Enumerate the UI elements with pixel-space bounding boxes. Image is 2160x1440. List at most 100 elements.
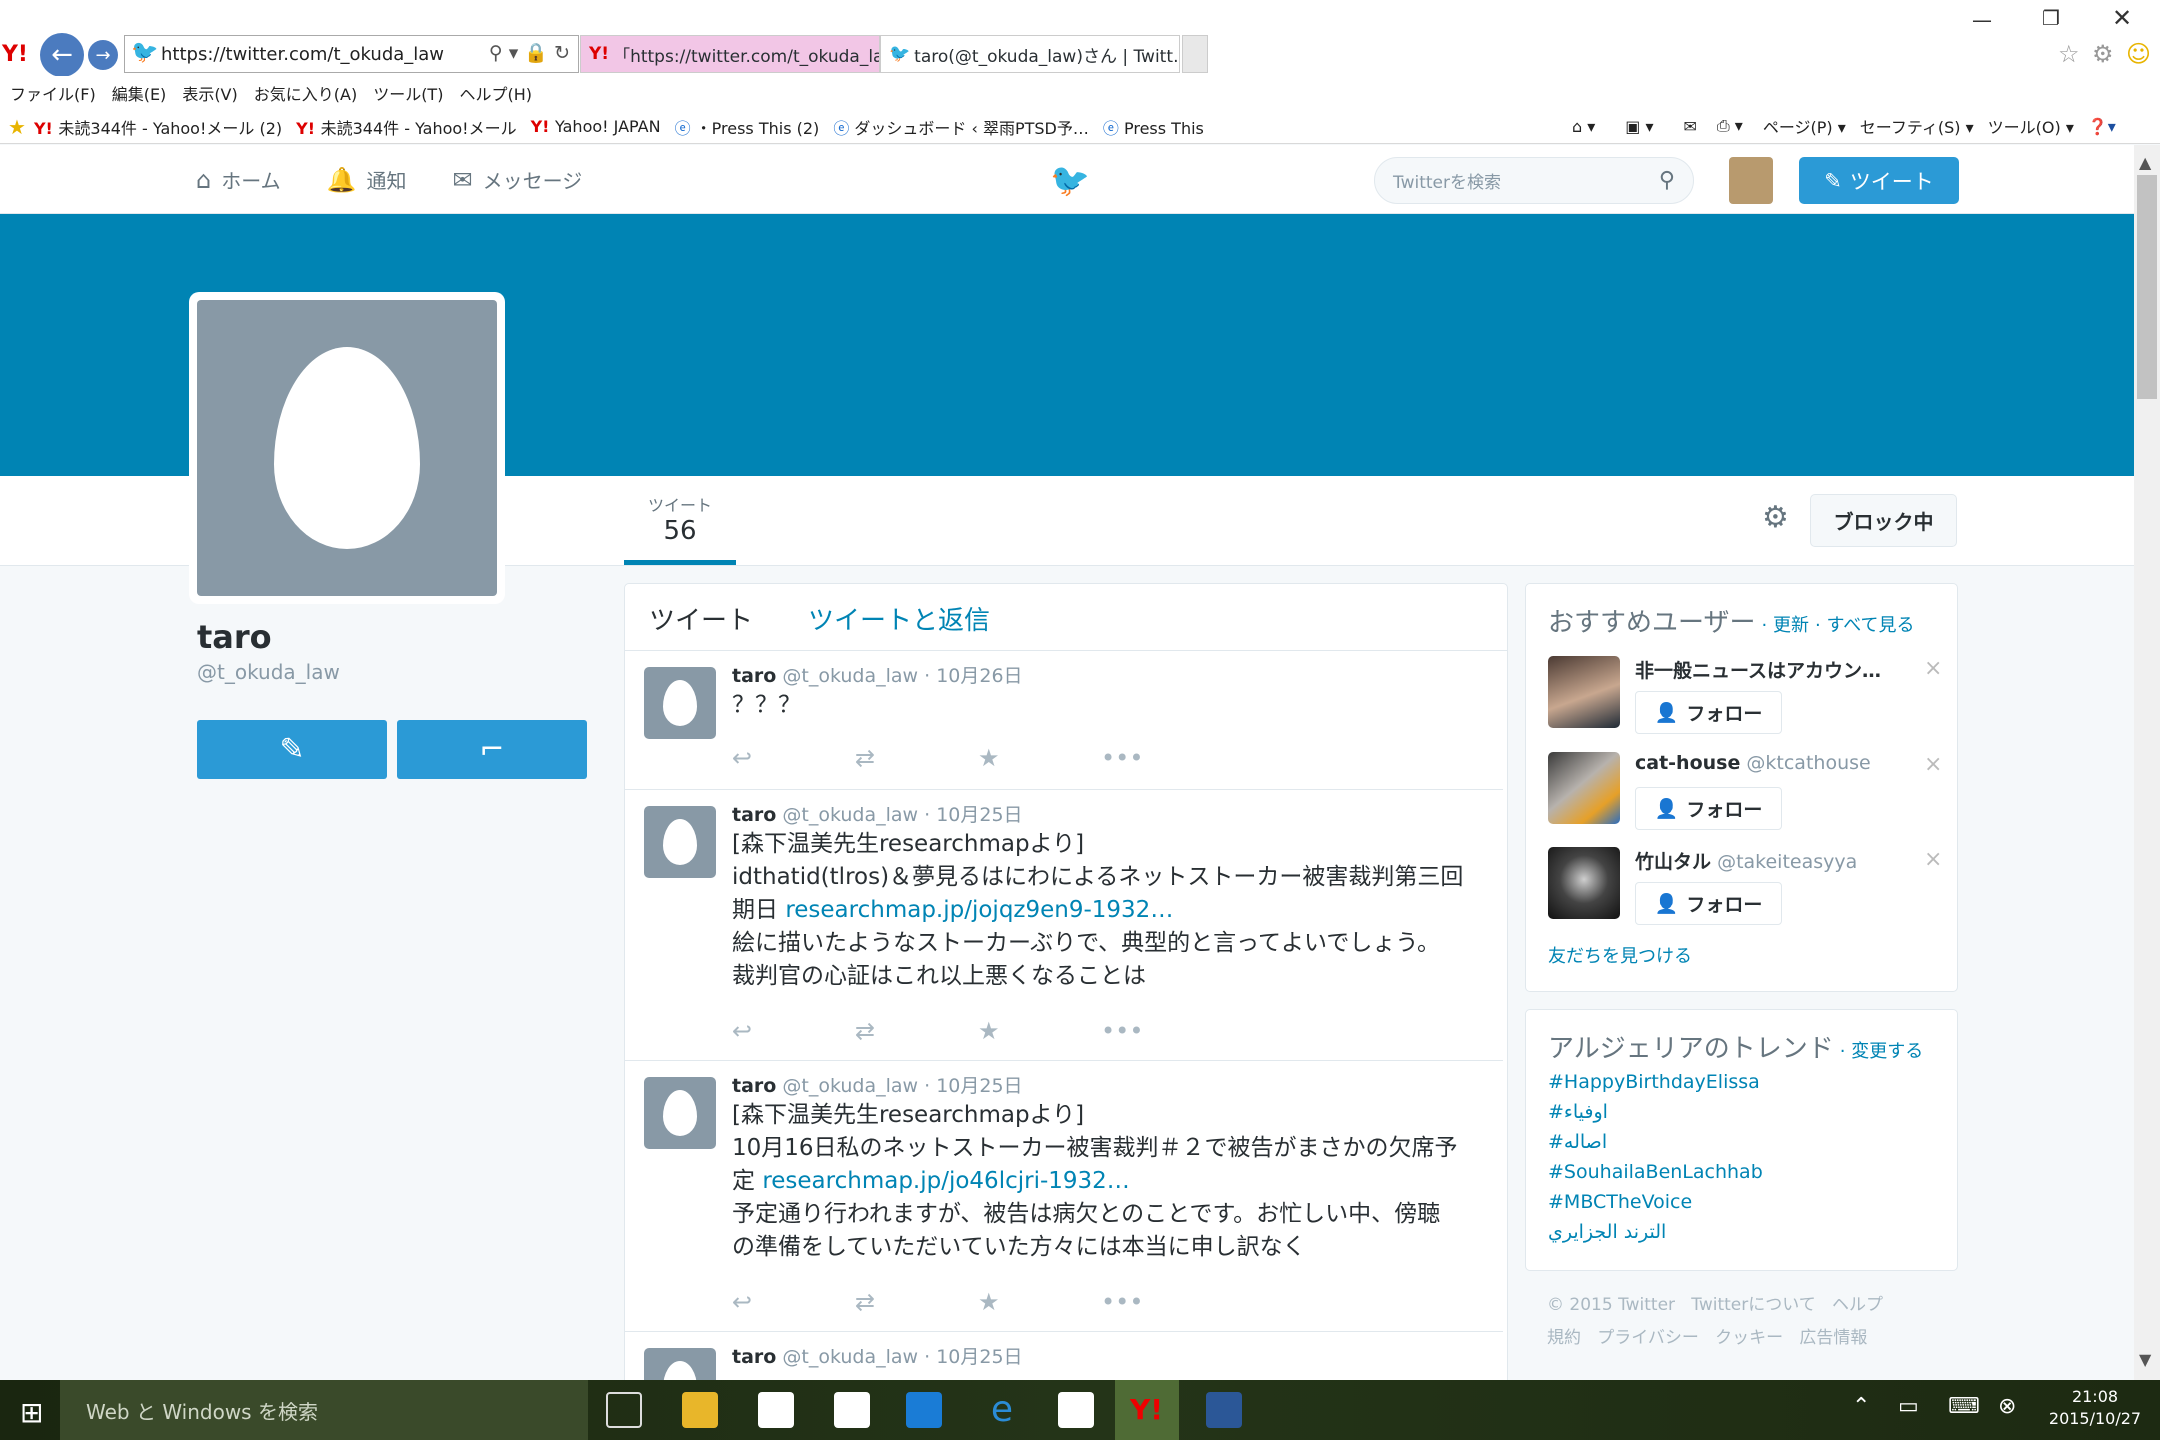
tab-yahoo[interactable]: Y! 「https://twitter.com/t_okuda_la… <box>580 35 880 73</box>
user-avatar[interactable] <box>1548 847 1620 919</box>
user-avatar[interactable] <box>1548 752 1620 824</box>
tweet-date[interactable]: · 10月25日 <box>924 1075 1022 1097</box>
tweet-handle[interactable]: @t_okuda_law <box>782 1346 918 1368</box>
menu-help[interactable]: ヘルプ(H) <box>459 81 532 105</box>
trend-item[interactable]: الترند الجزايري <box>1548 1217 1763 1247</box>
reply-icon[interactable]: ↩ <box>732 1288 855 1316</box>
refresh-link[interactable]: · 更新 <box>1762 615 1809 636</box>
favorite-star-icon[interactable]: ★ <box>978 1288 1101 1316</box>
retweet-icon[interactable]: ⇄ <box>855 1017 978 1045</box>
user-name[interactable]: 非一般ニュースはアカウン… <box>1635 656 1895 683</box>
taskbar-search-box[interactable]: Web と Windows を検索 <box>60 1380 588 1440</box>
footer-about-link[interactable]: Twitterについて <box>1691 1295 1815 1315</box>
tweet-date[interactable]: · 10月25日 <box>924 1346 1022 1368</box>
tweet-handle[interactable]: @t_okuda_law <box>782 1075 918 1097</box>
restore-icon[interactable]: ❐ <box>2042 6 2060 30</box>
profile-avatar[interactable] <box>189 292 505 604</box>
close-window-icon[interactable]: ✕ <box>2112 4 2132 32</box>
tab-tweets-and-replies[interactable]: ツイートと返信 <box>808 600 990 637</box>
tweet-author[interactable]: taro <box>732 1075 776 1097</box>
follow-button[interactable]: 👤 フォロー <box>1635 882 1782 925</box>
scrollbar-thumb[interactable] <box>2137 175 2157 399</box>
forward-button[interactable]: → <box>88 40 118 70</box>
settings-gear-icon[interactable]: ⚙ <box>1762 500 1789 535</box>
user-name[interactable]: cat-house @ktcathouse <box>1635 752 1895 774</box>
mail-icon[interactable]: ✉ <box>1684 117 1697 136</box>
network-icon[interactable]: ⊗ <box>1998 1394 2016 1419</box>
tab-tweets[interactable]: ツイート <box>649 600 753 637</box>
print-icon[interactable]: ⎙ ▾ <box>1717 116 1743 136</box>
nav-notifications[interactable]: 🔔 通知 <box>327 165 407 194</box>
footer-ads-info-link[interactable]: 広告情報 <box>1799 1328 1867 1348</box>
windows-start-icon[interactable]: ⊞ <box>20 1396 43 1429</box>
compose-tweet-button[interactable]: ✎ ツイート <box>1799 157 1959 204</box>
system-clock[interactable]: 21:08 2015/10/27 <box>2040 1386 2150 1430</box>
tweet-date[interactable]: · 10月25日 <box>924 804 1022 826</box>
trend-item[interactable]: #MBCTheVoice <box>1548 1187 1763 1217</box>
vertical-scrollbar[interactable]: ▲ ▼ <box>2134 145 2160 1380</box>
rss-feed-icon[interactable]: ▣ ▾ <box>1625 117 1653 136</box>
menu-tools[interactable]: ツール(T) <box>373 81 443 105</box>
back-button[interactable]: ← <box>40 33 84 77</box>
tweet-link[interactable]: researchmap.jp/jojqz9en9-1932… <box>785 897 1173 923</box>
follow-button[interactable]: 👤 フォロー <box>1635 691 1782 734</box>
tweet-author[interactable]: taro <box>732 1346 776 1368</box>
footer-help-link[interactable]: ヘルプ <box>1832 1295 1883 1315</box>
fav-yahoo-mail-1[interactable]: Y! 未読344件 - Yahoo!メール (2) <box>34 115 282 139</box>
smiley-feedback-icon[interactable]: ☺ <box>2126 40 2151 68</box>
profile-name[interactable]: taro <box>197 618 272 656</box>
scroll-up-icon[interactable]: ▲ <box>2139 153 2151 172</box>
view-all-link[interactable]: · すべて見る <box>1815 615 1914 636</box>
tweet-item[interactable]: taro @t_okuda_law · 10月25日 [森下温美先生resear… <box>625 790 1503 1061</box>
menu-favorites[interactable]: お気に入り(A) <box>254 81 357 105</box>
retweet-icon[interactable]: ⇄ <box>855 1288 978 1316</box>
user-name[interactable]: 竹山タル @takeiteasyya <box>1635 847 1895 874</box>
file-explorer-icon[interactable] <box>682 1392 718 1428</box>
stat-tweets[interactable]: ツイート 56 <box>624 492 736 546</box>
tweet-date[interactable]: · 10月26日 <box>924 665 1022 687</box>
google-chrome-icon[interactable] <box>1058 1392 1094 1428</box>
fav-dashboard[interactable]: ⓔ ダッシュボード ‹ 翠雨PTSD予… <box>833 115 1089 139</box>
tweet-to-button[interactable]: ✎ <box>197 720 387 779</box>
tweet-avatar[interactable] <box>644 806 716 878</box>
account-avatar[interactable] <box>1729 157 1773 204</box>
fav-yahoo-mail-2[interactable]: Y! 未読344件 - Yahoo!メール <box>296 115 516 139</box>
trend-item[interactable]: #اوفياء <box>1548 1097 1763 1127</box>
footer-privacy-link[interactable]: プライバシー <box>1597 1328 1699 1348</box>
help-icon[interactable]: ❓▾ <box>2088 117 2116 136</box>
reply-icon[interactable]: ↩ <box>732 744 855 772</box>
find-friends-link[interactable]: 友だちを見つける <box>1548 942 1692 968</box>
keyboard-icon[interactable]: ⌨ <box>1948 1394 1980 1419</box>
fav-yahoo-japan[interactable]: Y! Yahoo! JAPAN <box>531 117 661 136</box>
favorites-star-icon[interactable]: ☆ <box>2058 40 2080 68</box>
favorite-star-icon[interactable]: ★ <box>978 1017 1101 1045</box>
tweet-link[interactable]: researchmap.jp/jo46lcjri-1932… <box>762 1168 1129 1194</box>
favorites-star-icon[interactable]: ★ <box>8 115 26 139</box>
nav-messages[interactable]: ✉ メッセージ <box>453 165 583 194</box>
edge-browser-icon[interactable]: e <box>984 1392 1020 1428</box>
address-bar[interactable]: 🐦 https://twitter.com/t_okuda_law ⚲ ▾ 🔒 … <box>124 35 579 73</box>
ie-yahoo-icon[interactable]: Y! <box>1130 1392 1166 1428</box>
twitter-bird-logo-icon[interactable]: 🐦 <box>1050 161 1090 199</box>
tweet-author[interactable]: taro <box>732 665 776 687</box>
tweet-item[interactable]: taro @t_okuda_law · 10月25日 [森下温美先生resear… <box>625 1061 1503 1332</box>
fav-press-this[interactable]: ⓔ Press This <box>1103 115 1204 139</box>
dismiss-icon[interactable]: × <box>1924 656 1942 681</box>
follow-button[interactable]: 👤 フォロー <box>1635 787 1782 830</box>
tweet-avatar[interactable] <box>644 667 716 739</box>
change-trends-link[interactable]: · 変更する <box>1840 1041 1923 1062</box>
home-icon[interactable]: ⌂ ▾ <box>1572 117 1595 136</box>
fav-press-this-2[interactable]: ⓔ ・Press This (2) <box>675 115 820 139</box>
reply-icon[interactable]: ↩ <box>732 1017 855 1045</box>
store-icon[interactable] <box>834 1392 870 1428</box>
trend-item[interactable]: #SouhailaBenLachhab <box>1548 1157 1763 1187</box>
nav-home[interactable]: ⌂ ホーム <box>196 165 281 194</box>
menu-file[interactable]: ファイル(F) <box>10 81 96 105</box>
tweet-author[interactable]: taro <box>732 804 776 826</box>
menu-edit[interactable]: 編集(E) <box>112 81 167 105</box>
message-button[interactable]: ⌐ <box>397 720 587 779</box>
reader-app-icon[interactable] <box>758 1392 794 1428</box>
tweet-handle[interactable]: @t_okuda_law <box>782 804 918 826</box>
weather-app-icon[interactable] <box>906 1392 942 1428</box>
user-avatar[interactable] <box>1548 656 1620 728</box>
